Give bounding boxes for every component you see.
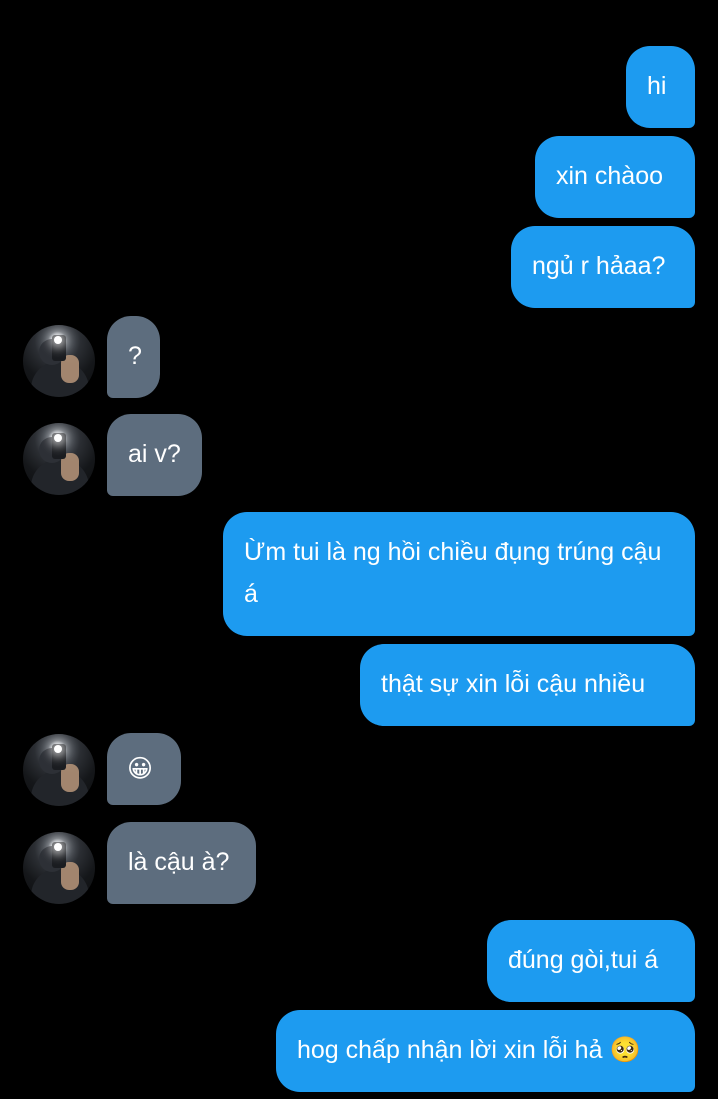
sent-message-bubble[interactable]: đúng gòi,tui á xyxy=(487,920,695,1002)
sent-message-bubble[interactable]: xin chàoo xyxy=(535,136,695,218)
contact-avatar[interactable] xyxy=(23,734,95,806)
sent-message-bubble[interactable]: ngủ r hảaa? xyxy=(511,226,695,308)
avatar-photo-detail xyxy=(54,745,62,753)
avatar-photo xyxy=(31,770,89,806)
sent-message-bubble[interactable]: hog chấp nhận lời xin lỗi hả 🥺 xyxy=(276,1010,695,1092)
received-message-bubble[interactable]: ? xyxy=(107,316,160,398)
received-message-bubble[interactable]: ai v? xyxy=(107,414,202,496)
avatar-photo xyxy=(31,868,89,904)
avatar-photo-detail xyxy=(54,843,62,851)
avatar-photo-detail xyxy=(54,434,62,442)
received-message-bubble[interactable]: là cậu à? xyxy=(107,822,256,904)
sent-message-bubble[interactable]: Ừm tui là ng hồi chiều đụng trúng cậu á xyxy=(223,512,695,636)
contact-avatar[interactable] xyxy=(23,325,95,397)
avatar-photo xyxy=(31,361,89,397)
received-message-bubble[interactable]: 😀 xyxy=(107,733,181,805)
contact-avatar[interactable] xyxy=(23,423,95,495)
avatar-photo-detail xyxy=(54,336,62,344)
sent-message-bubble[interactable]: thật sự xin lỗi cậu nhiều xyxy=(360,644,695,726)
contact-avatar[interactable] xyxy=(23,832,95,904)
avatar-photo xyxy=(31,459,89,495)
sent-message-bubble[interactable]: hi xyxy=(626,46,695,128)
